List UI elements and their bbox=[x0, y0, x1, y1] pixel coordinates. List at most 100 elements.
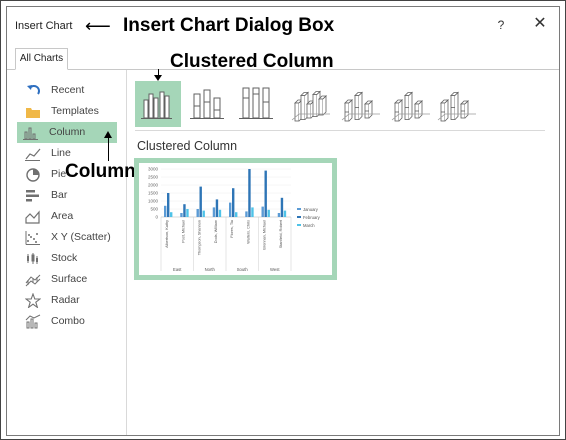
preview-bar bbox=[280, 197, 284, 217]
preview-y-tick: 0 bbox=[155, 215, 158, 220]
category-label: Pie bbox=[51, 168, 67, 180]
preview-bar bbox=[235, 212, 238, 217]
clustered-column-subtype-button[interactable] bbox=[135, 81, 181, 127]
category-item-combo[interactable]: Combo bbox=[19, 311, 113, 332]
area-chart-icon bbox=[25, 209, 41, 224]
preview-bar bbox=[277, 213, 281, 217]
pie-chart-icon bbox=[25, 167, 41, 182]
preview-x-label: Albertson, Kathy bbox=[165, 220, 169, 248]
surface-chart-icon bbox=[25, 272, 41, 287]
annotation-arrow-up-line bbox=[108, 137, 109, 161]
3d-clustered-column-subtype-button[interactable] bbox=[287, 81, 333, 127]
preview-bar bbox=[167, 193, 170, 217]
preview-title: Clustered Column bbox=[137, 139, 238, 153]
preview-bar bbox=[248, 169, 251, 217]
preview-x-label: Stanfield, Robert bbox=[279, 219, 283, 248]
preview-x-label: Flores, Tia bbox=[230, 219, 234, 238]
annotation-dialog-box: Insert Chart Dialog Box bbox=[123, 15, 335, 36]
preview-bar bbox=[164, 205, 167, 217]
3d-100-stacked-column-icon bbox=[391, 91, 430, 122]
3d-clustered-column-icon bbox=[291, 90, 330, 122]
preview-region-label: North bbox=[205, 267, 216, 272]
category-item-templates[interactable]: Templates bbox=[19, 101, 113, 122]
category-item-stock[interactable]: Stock bbox=[19, 248, 113, 269]
preview-x-label: Dods, William bbox=[214, 220, 218, 243]
category-label: Stock bbox=[51, 252, 78, 264]
preview-bar bbox=[267, 209, 270, 217]
preview-y-tick: 3000 bbox=[148, 167, 159, 172]
close-button[interactable]: ✕ bbox=[532, 16, 548, 32]
preview-bar bbox=[264, 170, 267, 217]
category-label: Bar bbox=[51, 189, 68, 201]
preview-region-label: East bbox=[173, 267, 182, 272]
preview-x-label: Post, Michael bbox=[181, 220, 185, 243]
preview-bar bbox=[218, 209, 222, 217]
annotation-clustered-column: Clustered Column bbox=[170, 51, 334, 72]
preview-bar bbox=[215, 199, 219, 217]
help-button[interactable]: ? bbox=[494, 18, 508, 32]
preview-x-label: Walters, Chris bbox=[246, 220, 250, 244]
subtype-divider bbox=[135, 130, 545, 131]
chart-preview[interactable]: 3000 2500 2000 1500 1000 500 0 Albertson, Kathy… bbox=[134, 158, 337, 280]
column-chart-icon bbox=[23, 125, 39, 140]
category-item-bar[interactable]: Bar bbox=[19, 185, 113, 206]
preview-region-label: West bbox=[270, 267, 280, 272]
category-label: Radar bbox=[51, 294, 80, 306]
preview-bar bbox=[229, 202, 232, 217]
preview-y-tick: 2000 bbox=[148, 183, 159, 188]
100-stacked-column-subtype-button[interactable] bbox=[233, 81, 279, 127]
scatter-chart-icon bbox=[25, 230, 41, 245]
3d-100-stacked-column-subtype-button[interactable] bbox=[387, 81, 433, 127]
stacked-column-icon bbox=[190, 89, 224, 119]
preview-bar bbox=[245, 211, 248, 217]
insert-chart-dialog: Insert Chart ⟵ Insert Chart Dialog Box ?… bbox=[6, 6, 560, 436]
3d-column-subtype-button[interactable] bbox=[433, 81, 479, 127]
category-label: Area bbox=[51, 210, 74, 222]
category-label: X Y (Scatter) bbox=[51, 231, 111, 243]
preview-legend-label: March bbox=[303, 223, 315, 228]
combo-chart-icon bbox=[25, 314, 41, 329]
bar-chart-icon bbox=[25, 188, 41, 203]
preview-bar bbox=[183, 204, 186, 217]
annotation-column: Column bbox=[65, 161, 136, 182]
category-item-area[interactable]: Area bbox=[19, 206, 113, 227]
preview-bar bbox=[196, 209, 199, 217]
tab-all-charts[interactable]: All Charts bbox=[15, 48, 68, 70]
category-item-surface[interactable]: Surface bbox=[19, 269, 113, 290]
100-stacked-column-icon bbox=[239, 87, 273, 119]
dialog-title: Insert Chart bbox=[15, 20, 73, 32]
preview-bar bbox=[202, 210, 205, 217]
3d-stacked-column-subtype-button[interactable] bbox=[337, 81, 383, 127]
folder-icon bbox=[25, 104, 41, 119]
preview-bar bbox=[199, 186, 202, 217]
category-label: Line bbox=[51, 147, 71, 159]
preview-bar bbox=[180, 213, 183, 217]
stacked-column-subtype-button[interactable] bbox=[184, 81, 230, 127]
window-frame: Insert Chart ⟵ Insert Chart Dialog Box ?… bbox=[0, 0, 566, 440]
3d-column-icon bbox=[437, 91, 476, 122]
preview-bar bbox=[170, 212, 173, 217]
preview-y-tick: 2500 bbox=[148, 175, 159, 180]
preview-y-tick: 1000 bbox=[148, 199, 159, 204]
preview-bar bbox=[212, 207, 216, 217]
radar-chart-icon bbox=[24, 292, 42, 309]
stock-chart-icon bbox=[25, 251, 41, 266]
chart-preview-canvas: 3000 2500 2000 1500 1000 500 0 Albertson, Kathy… bbox=[139, 163, 332, 275]
undo-arrow-icon bbox=[25, 83, 41, 98]
3d-stacked-column-icon bbox=[341, 91, 380, 122]
preview-x-label: Thompson, Shannon bbox=[198, 220, 202, 255]
category-label: Combo bbox=[51, 315, 85, 327]
category-item-radar[interactable]: Radar bbox=[19, 290, 113, 311]
clustered-column-icon bbox=[141, 91, 172, 119]
annotation-arrow-left-icon: ⟵ bbox=[85, 16, 111, 36]
preview-bar bbox=[186, 209, 189, 217]
category-item-x-y-scatter[interactable]: X Y (Scatter) bbox=[19, 227, 113, 248]
preview-y-tick: 1500 bbox=[148, 191, 159, 196]
line-chart-icon bbox=[25, 146, 41, 161]
category-item-column[interactable]: Column bbox=[17, 122, 117, 143]
category-label: Surface bbox=[51, 273, 88, 285]
category-item-recent[interactable]: Recent bbox=[19, 80, 113, 101]
preview-x-label: Brennan, Michael bbox=[263, 220, 267, 250]
preview-legend-label: January bbox=[303, 207, 319, 212]
preview-bar bbox=[283, 210, 287, 217]
